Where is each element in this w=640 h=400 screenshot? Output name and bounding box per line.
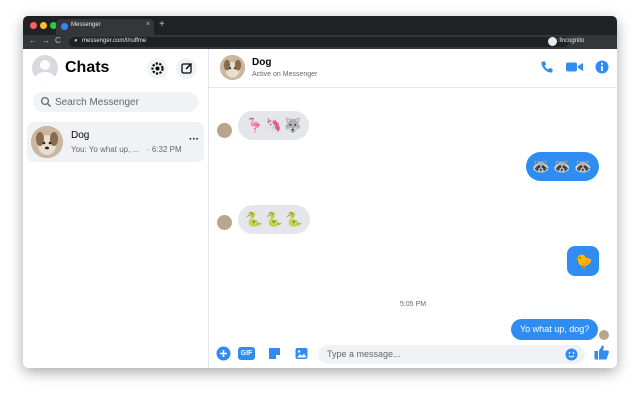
- browser-window: Messenger × + ← → C ● messenger.com/t/ru…: [23, 16, 617, 368]
- conversation-preview: You: Yo what up, ...: [71, 145, 140, 154]
- search-placeholder: Search Messenger: [55, 97, 139, 108]
- new-message-button[interactable]: [176, 58, 197, 79]
- browser-toolbar: ← → C ● messenger.com/t/ruffme ⌕ ☆ Incog…: [23, 35, 617, 49]
- sticker: 🦝: [532, 158, 550, 174]
- emoji-icon[interactable]: [565, 348, 578, 361]
- outgoing-text-message[interactable]: Yo what up, dog?: [511, 319, 599, 340]
- info-icon[interactable]: [595, 60, 609, 74]
- incoming-sticker-message[interactable]: 🦩 🦄 🐺: [238, 111, 309, 140]
- video-icon[interactable]: [565, 60, 585, 74]
- sticker: 🦩: [246, 117, 264, 133]
- messenger-app: Chats Search Messenger Dog You: Yo what …: [23, 49, 617, 368]
- outgoing-sticker-message[interactable]: 🐤: [567, 246, 599, 276]
- url-text: messenger.com/t/ruffme: [82, 38, 147, 44]
- like-icon[interactable]: [593, 344, 610, 361]
- gif-button[interactable]: GIF: [238, 347, 255, 360]
- gear-icon: [151, 62, 164, 75]
- new-tab-button[interactable]: +: [159, 19, 165, 30]
- sticker: 🐤: [575, 253, 593, 269]
- incognito-icon[interactable]: [548, 37, 557, 46]
- chats-sidebar: Chats Search Messenger Dog You: Yo what …: [23, 49, 209, 368]
- sticker: 🐺: [284, 117, 302, 133]
- close-window-button[interactable]: [30, 22, 37, 29]
- search-icon: [40, 96, 51, 107]
- tab-close-button[interactable]: ×: [146, 21, 150, 28]
- incoming-sticker-message[interactable]: 🐍 🐍 🐍: [238, 205, 310, 234]
- reload-button[interactable]: C: [55, 36, 61, 45]
- lock-icon: ●: [74, 38, 78, 44]
- image-icon[interactable]: [294, 346, 309, 361]
- sticker: 🦝: [553, 158, 571, 174]
- chat-header: Dog Active on Messenger: [209, 49, 617, 88]
- contact-avatar[interactable]: [220, 55, 245, 80]
- sticker: 🐍: [265, 211, 283, 227]
- message-composer: GIF Type a message...: [209, 339, 617, 368]
- sticker-icon[interactable]: [267, 346, 282, 361]
- message-avatar: [217, 215, 232, 230]
- plus-icon[interactable]: [216, 346, 231, 361]
- conversation-time: · 6:32 PM: [147, 145, 182, 154]
- settings-button[interactable]: [147, 58, 168, 79]
- dog-avatar: [31, 126, 63, 158]
- chats-title: Chats: [65, 59, 110, 76]
- sticker: 🐍: [245, 211, 263, 227]
- sticker: 🐍: [285, 211, 303, 227]
- minimize-window-button[interactable]: [40, 22, 47, 29]
- conversation-item-dog[interactable]: Dog You: Yo what up, ... · 6:32 PM ···: [27, 122, 204, 162]
- compose-icon: [181, 62, 193, 74]
- messenger-favicon-icon: [61, 23, 68, 30]
- message-input[interactable]: Type a message...: [318, 345, 585, 364]
- gif-icon: GIF: [240, 350, 253, 357]
- search-messenger-input[interactable]: Search Messenger: [33, 92, 198, 112]
- sticker: 🦄: [264, 117, 282, 133]
- contact-status: Active on Messenger: [252, 71, 318, 78]
- chat-panel: Dog Active on Messenger 🦩 🦄 🐺 🦝 🦝 🦝 🐍 🐍 …: [209, 49, 617, 368]
- profile-label[interactable]: Incognito: [560, 38, 584, 44]
- outgoing-sticker-message[interactable]: 🦝 🦝 🦝: [526, 152, 599, 181]
- phone-icon[interactable]: [540, 60, 554, 74]
- tab-title: Messenger: [71, 22, 101, 28]
- message-placeholder: Type a message...: [327, 349, 401, 359]
- tab-bar: Messenger × +: [23, 16, 617, 35]
- contact-name[interactable]: Dog: [252, 57, 271, 68]
- back-button[interactable]: ←: [29, 36, 37, 45]
- conversation-more-button[interactable]: ···: [189, 134, 199, 145]
- message-timestamp: 5:05 PM: [399, 301, 427, 308]
- tab-messenger[interactable]: Messenger ×: [56, 19, 154, 35]
- address-bar[interactable]: ● messenger.com/t/ruffme ⌕ ☆: [69, 37, 569, 47]
- my-avatar[interactable]: [32, 55, 58, 81]
- conversation-name: Dog: [71, 130, 90, 141]
- forward-button[interactable]: →: [42, 36, 50, 45]
- sticker: 🦝: [574, 158, 592, 174]
- message-avatar: [217, 123, 232, 138]
